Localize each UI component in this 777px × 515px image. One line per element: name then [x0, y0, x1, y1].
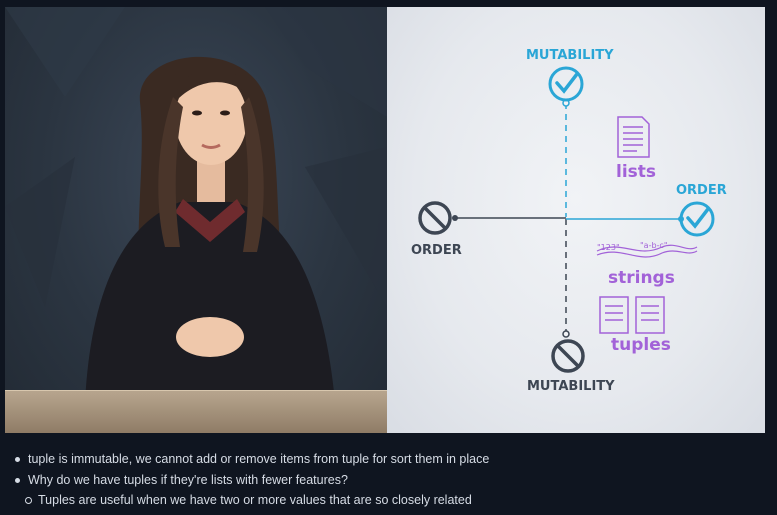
- check-circle-icon: [679, 201, 715, 237]
- presenter-panel: [5, 7, 387, 433]
- top-axis-label: MUTABILITY: [526, 48, 614, 63]
- video-frame[interactable]: MUTABILITY ORDER ORDER MUTABILITY lists …: [5, 7, 765, 433]
- note-sub-bullet: Tuples are useful when we have two or mo…: [24, 491, 764, 509]
- strings-label: strings: [608, 268, 675, 288]
- mutability-order-diagram: MUTABILITY ORDER ORDER MUTABILITY lists …: [387, 7, 765, 433]
- presenter-figure: [85, 56, 335, 402]
- lists-label: lists: [616, 162, 657, 182]
- left-axis-label: ORDER: [411, 243, 462, 258]
- lesson-notes: tuple is immutable, we cannot add or rem…: [14, 449, 764, 509]
- note-bullet: tuple is immutable, we cannot add or rem…: [14, 449, 764, 470]
- check-circle-icon: [548, 66, 584, 102]
- desk: [5, 391, 387, 433]
- tuples-label: tuples: [611, 335, 671, 355]
- prohibited-circle-icon: [551, 339, 585, 373]
- bottom-axis-label: MUTABILITY: [527, 379, 615, 394]
- string-sample-2: "a-b-c": [640, 241, 668, 250]
- diagram-axes: [418, 66, 715, 373]
- string-sample-1: "123": [597, 243, 620, 252]
- right-axis-label: ORDER: [676, 183, 727, 198]
- tuples-document-icon: [599, 296, 665, 334]
- document-list-icon: [617, 116, 650, 158]
- prohibited-circle-icon: [418, 201, 452, 235]
- note-bullet: Why do we have tuples if they're lists w…: [14, 470, 764, 491]
